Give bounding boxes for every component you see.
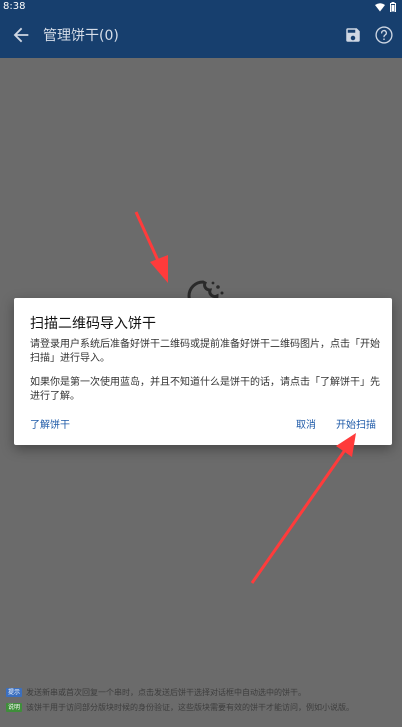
dialog-text-1: 请登录用户系统后准备好饼干二维码或提前准备好饼干二维码图片，点击「开始扫描」进行…	[30, 339, 380, 364]
dialog-body: 请登录用户系统后准备好饼干二维码或提前准备好饼干二维码图片，点击「开始扫描」进行…	[30, 338, 380, 404]
hint-tag-2: 说明	[6, 703, 23, 712]
help-icon[interactable]	[374, 25, 394, 45]
status-icons	[375, 0, 396, 14]
footer-hints: 提示 发送新串或首次回复一个串时，点击发送后饼干选择对话框中自动选中的饼干。 说…	[0, 684, 402, 727]
status-time: 8:38	[3, 1, 26, 12]
footer-hint-2: 说明 该饼干用于访问部分版块时候的身份验证，这些版块需要有效的饼干才能访问，例如…	[6, 702, 398, 713]
import-dialog: 扫描二维码导入饼干 请登录用户系统后准备好饼干二维码或提前准备好饼干二维码图片，…	[14, 298, 392, 445]
dialog-text-2: 如果你是第一次使用蓝岛，并且不知道什么是饼干的话，请点击「了解饼干」先进行了解。	[30, 377, 380, 402]
dialog-title: 扫描二维码导入饼干	[30, 316, 156, 332]
back-arrow-icon[interactable]	[10, 24, 32, 46]
page-title: 管理饼干(0)	[43, 28, 119, 44]
footer-hint-1: 提示 发送新串或首次回复一个串时，点击发送后饼干选择对话框中自动选中的饼干。	[6, 687, 398, 698]
hint-tag-1: 提示	[6, 688, 23, 697]
hint-text-1: 发送新串或首次回复一个串时，点击发送后饼干选择对话框中自动选中的饼干。	[26, 688, 307, 697]
dialog-actions: 了解饼干 取消 开始扫描	[14, 416, 392, 434]
learn-cookie-button[interactable]: 了解饼干	[30, 416, 70, 431]
battery-icon	[390, 2, 396, 12]
wifi-icon	[375, 2, 385, 11]
hint-text-2: 该饼干用于访问部分版块时候的身份验证，这些版块需要有效的饼干才能访问，例如小说版…	[26, 703, 355, 712]
cancel-button[interactable]: 取消	[296, 416, 316, 431]
save-icon[interactable]	[344, 26, 362, 44]
start-scan-button[interactable]: 开始扫描	[336, 416, 376, 431]
app-bar: 管理饼干(0)	[0, 14, 402, 58]
status-bar: 8:38	[0, 0, 402, 14]
